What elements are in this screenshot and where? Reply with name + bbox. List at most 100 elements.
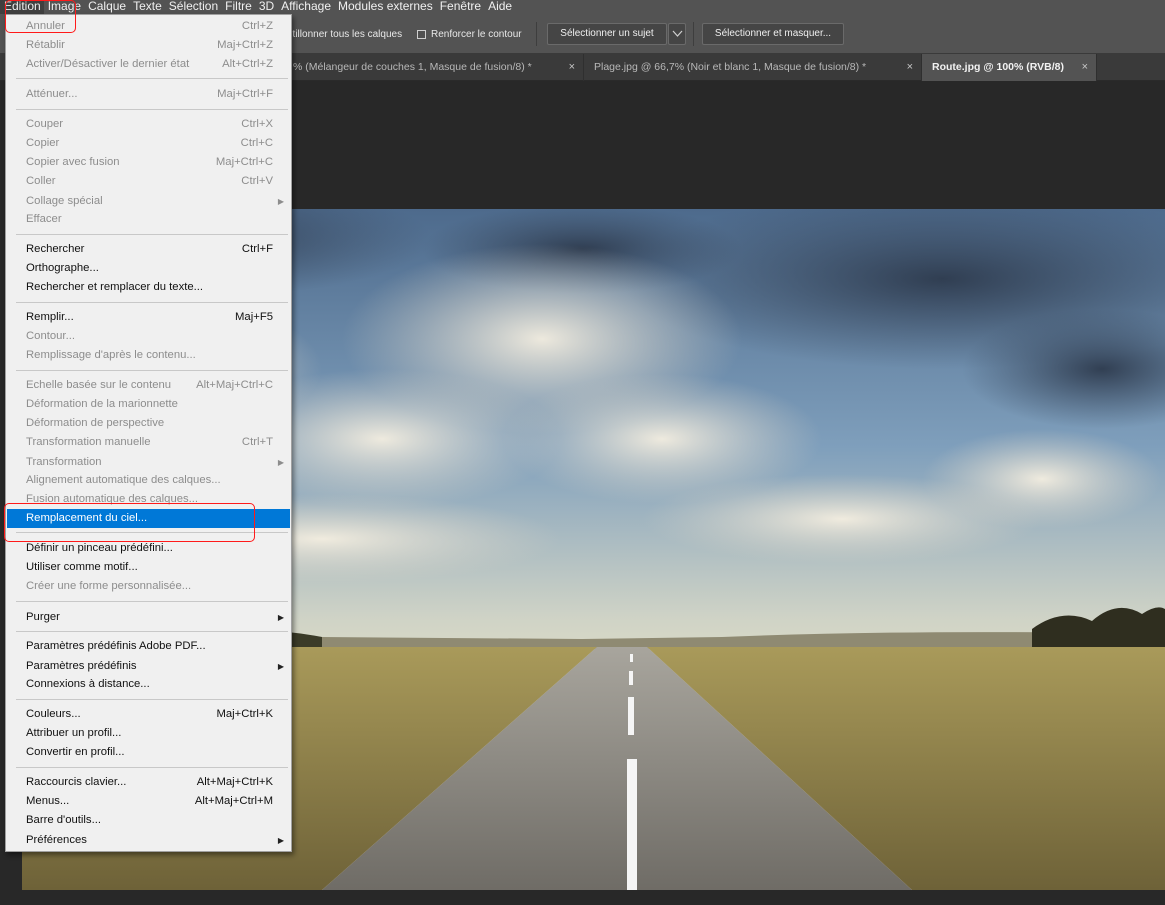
menu-item-label: Echelle basée sur le contenu	[26, 379, 172, 391]
menu-separator	[16, 234, 288, 235]
menu-item-definir-pinceau[interactable]: Définir un pinceau prédéfini...	[7, 539, 290, 558]
menu-selection[interactable]: Sélection	[165, 0, 221, 14]
menu-item-shortcut: Alt+Ctrl+Z	[222, 58, 273, 70]
menu-item-label: Remplissage d'après le contenu...	[26, 349, 196, 361]
menu-calque[interactable]: Calque	[84, 0, 129, 14]
menu-item-shortcut: Ctrl+F	[241, 243, 273, 255]
menu-item-label: Copier avec fusion	[26, 156, 120, 168]
menu-item-label: Utiliser comme motif...	[26, 561, 138, 573]
menu-item-remplir[interactable]: Remplir... Maj+F5	[7, 308, 290, 327]
menu-item-deformation-perspective[interactable]: Déformation de perspective	[7, 414, 290, 433]
menu-item-raccourcis-clavier[interactable]: Raccourcis clavier... Alt+Maj+Ctrl+K	[7, 773, 290, 792]
menu-item-collage-special[interactable]: Collage spécial ▶	[7, 192, 290, 211]
tab-plage[interactable]: Plage.jpg @ 66,7% (Noir et blanc 1, Masq…	[584, 54, 922, 81]
menu-image[interactable]: Image	[44, 0, 84, 14]
close-icon[interactable]: ×	[569, 54, 575, 80]
menu-item-coller[interactable]: Coller Ctrl+V	[7, 172, 290, 191]
menu-item-attribuer-profil[interactable]: Attribuer un profil...	[7, 724, 290, 743]
menu-fenetre[interactable]: Fenêtre	[436, 0, 484, 14]
select-and-mask-button[interactable]: Sélectionner et masquer...	[702, 23, 844, 45]
menu-filtre[interactable]: Filtre	[221, 0, 255, 14]
menu-separator	[16, 302, 288, 303]
menu-item-shortcut: Maj+Ctrl+F	[217, 88, 273, 100]
menu-affichage[interactable]: Affichage	[277, 0, 334, 14]
menu-separator	[16, 767, 288, 768]
menu-item-label: Couper	[26, 118, 64, 130]
menu-item-copier-avec-fusion[interactable]: Copier avec fusion Maj+Ctrl+C	[7, 153, 290, 172]
menu-item-label: Barre d'outils...	[26, 814, 101, 826]
menu-item-label: Déformation de perspective	[26, 417, 165, 429]
enhance-edge-label[interactable]: Renforcer le contour	[431, 29, 522, 40]
menu-modules-externes[interactable]: Modules externes	[334, 0, 436, 14]
menu-item-rechercher-remplacer[interactable]: Rechercher et remplacer du texte...	[7, 278, 290, 297]
menu-item-effacer[interactable]: Effacer	[7, 210, 290, 229]
menu-item-contour[interactable]: Contour...	[7, 327, 290, 346]
menu-bar: Edition Image Calque Texte Sélection Fil…	[0, 0, 1165, 14]
menu-item-rechercher[interactable]: Rechercher Ctrl+F	[7, 240, 290, 259]
menu-item-copier[interactable]: Copier Ctrl+C	[7, 134, 290, 153]
select-subject-button[interactable]: Sélectionner un sujet	[547, 23, 667, 45]
menu-item-label: Définir un pinceau prédéfini...	[26, 542, 173, 554]
options-divider	[693, 22, 694, 46]
tab-label: % (Mélangeur de couches 1, Masque de fus…	[293, 61, 532, 73]
menu-item-retablir[interactable]: Rétablir Maj+Ctrl+Z	[7, 36, 290, 55]
menu-item-annuler[interactable]: Annuler Ctrl+Z	[7, 17, 290, 36]
menu-item-label: Préférences	[26, 834, 87, 846]
menu-texte[interactable]: Texte	[129, 0, 165, 14]
menu-item-echelle-contenu[interactable]: Echelle basée sur le contenu Alt+Maj+Ctrl…	[7, 376, 290, 395]
menu-item-label: Convertir en profil...	[26, 746, 125, 758]
menu-separator	[16, 601, 288, 602]
menu-item-connexions-distance[interactable]: Connexions à distance...	[7, 675, 290, 694]
menu-item-orthographe[interactable]: Orthographe...	[7, 259, 290, 278]
menu-item-barre-outils[interactable]: Barre d'outils...	[7, 811, 290, 830]
menu-item-label: Atténuer...	[26, 88, 78, 100]
menu-item-activer-dernier-etat[interactable]: Activer/Désactiver le dernier état Alt+Ct…	[7, 55, 290, 74]
menu-item-purger[interactable]: Purger ▶	[7, 608, 290, 627]
triangle-right-icon: ▶	[277, 197, 284, 206]
menu-item-preferences[interactable]: Préférences ▶	[7, 831, 290, 850]
menu-item-shortcut: Maj+Ctrl+K	[216, 708, 273, 720]
menu-item-menus[interactable]: Menus... Alt+Maj+Ctrl+M	[7, 792, 290, 811]
tab-melangeur[interactable]: % (Mélangeur de couches 1, Masque de fus…	[285, 54, 584, 81]
enhance-edge-checkbox[interactable]	[417, 30, 426, 39]
menu-item-transformation-manuelle[interactable]: Transformation manuelle Ctrl+T	[7, 433, 290, 452]
menu-item-remplissage-contenu[interactable]: Remplissage d'après le contenu...	[7, 346, 290, 365]
close-icon[interactable]: ×	[1082, 54, 1088, 80]
menu-item-label: Déformation de la marionnette	[26, 398, 178, 410]
menu-item-label: Remplacement du ciel...	[26, 512, 148, 524]
select-subject-dropdown[interactable]	[668, 23, 686, 45]
menu-item-couleurs[interactable]: Couleurs... Maj+Ctrl+K	[7, 705, 290, 724]
sample-all-layers-label[interactable]: ntillonner tous les calques	[287, 29, 402, 40]
edit-menu-dropdown: Annuler Ctrl+Z Rétablir Maj+Ctrl+Z Activer…	[5, 14, 292, 852]
menu-item-label: Couleurs...	[26, 708, 81, 720]
menu-item-label: Contour...	[26, 330, 75, 342]
menu-item-remplacement-ciel[interactable]: Remplacement du ciel...	[7, 509, 290, 528]
menu-item-label: Rechercher	[26, 243, 85, 255]
menu-item-label: Rechercher et remplacer du texte...	[26, 281, 204, 293]
menu-item-parametres-pdf[interactable]: Paramètres prédéfinis Adobe PDF...	[7, 637, 290, 656]
menu-item-fusion-calques[interactable]: Fusion automatique des calques...	[7, 490, 290, 509]
menu-item-utiliser-motif[interactable]: Utiliser comme motif...	[7, 558, 290, 577]
menu-item-shortcut: Ctrl+Z	[241, 20, 273, 32]
menu-item-transformation[interactable]: Transformation ▶	[7, 453, 290, 472]
menu-edition[interactable]: Edition	[0, 0, 44, 14]
menu-item-deformation-marionnette[interactable]: Déformation de la marionnette	[7, 395, 290, 414]
menu-item-shortcut: Maj+F5	[235, 311, 273, 323]
menu-3d[interactable]: 3D	[255, 0, 277, 14]
menu-item-creer-forme[interactable]: Créer une forme personnalisée...	[7, 577, 290, 596]
menu-item-alignement-calques[interactable]: Alignement automatique des calques...	[7, 471, 290, 490]
menu-separator	[16, 78, 288, 79]
menu-item-attenuer[interactable]: Atténuer... Maj+Ctrl+F	[7, 85, 290, 104]
menu-item-convertir-profil[interactable]: Convertir en profil...	[7, 743, 290, 762]
menu-separator	[16, 699, 288, 700]
menu-aide[interactable]: Aide	[484, 0, 515, 14]
photoshop-window: Edition Image Calque Texte Sélection Fil…	[0, 0, 1165, 905]
menu-item-couper[interactable]: Couper Ctrl+X	[7, 115, 290, 134]
tab-route[interactable]: Route.jpg @ 100% (RVB/8) ×	[922, 54, 1097, 81]
menu-item-label: Connexions à distance...	[26, 678, 150, 690]
menu-item-shortcut: Ctrl+V	[241, 175, 273, 187]
close-icon[interactable]: ×	[907, 54, 913, 80]
menu-item-parametres-predefinis[interactable]: Paramètres prédéfinis ▶	[7, 657, 290, 676]
menu-separator	[16, 631, 288, 632]
menu-item-label: Copier	[26, 137, 60, 149]
